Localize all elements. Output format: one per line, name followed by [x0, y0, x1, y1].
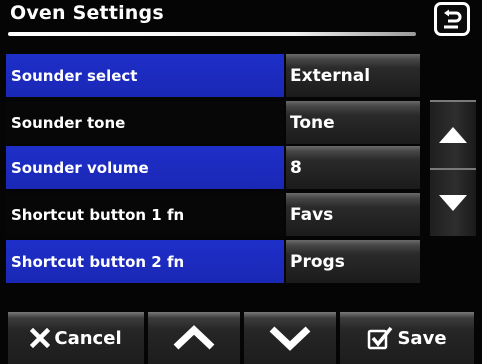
x-icon	[30, 328, 51, 348]
setting-value: 8	[290, 157, 302, 178]
title-underline	[8, 32, 416, 36]
page-down-button[interactable]	[244, 312, 336, 364]
setting-value: Progs	[290, 251, 345, 272]
page-up-button[interactable]	[148, 312, 240, 364]
setting-value-sounder-volume[interactable]: 8	[286, 146, 420, 189]
cancel-label: Cancel	[54, 327, 122, 349]
checkbox-check-icon	[368, 326, 393, 350]
return-arrow-icon	[444, 9, 462, 29]
save-button[interactable]: Save	[340, 312, 474, 364]
save-label: Save	[397, 327, 447, 349]
setting-value-sounder-tone[interactable]: Tone	[286, 101, 420, 144]
setting-label: Sounder volume	[11, 158, 149, 177]
scroll-up-button[interactable]	[430, 100, 476, 168]
back-button[interactable]	[434, 2, 470, 36]
cancel-button[interactable]: Cancel	[8, 312, 144, 364]
chevron-down-icon	[269, 326, 311, 351]
chevron-up-icon	[173, 325, 215, 350]
setting-row-sounder-volume[interactable]: Sounder volume	[6, 146, 284, 189]
setting-value-shortcut-button-1[interactable]: Favs	[286, 193, 420, 236]
page-title: Oven Settings	[10, 2, 164, 24]
setting-value: Favs	[290, 204, 334, 225]
setting-value-sounder-select[interactable]: External	[286, 54, 420, 97]
setting-label: Shortcut button 2 fn	[11, 252, 185, 271]
triangle-up-icon	[439, 127, 467, 143]
setting-value: External	[290, 65, 371, 86]
triangle-down-icon	[439, 195, 467, 211]
setting-label: Sounder tone	[11, 113, 126, 132]
setting-row-sounder-tone[interactable]: Sounder tone	[6, 101, 284, 144]
setting-row-shortcut-button-2[interactable]: Shortcut button 2 fn	[6, 240, 284, 283]
setting-value: Tone	[290, 112, 335, 133]
setting-label: Sounder select	[11, 66, 138, 85]
setting-value-shortcut-button-2[interactable]: Progs	[286, 240, 420, 283]
scroll-down-button[interactable]	[430, 168, 476, 236]
setting-row-shortcut-button-1[interactable]: Shortcut button 1 fn	[6, 193, 284, 236]
setting-label: Shortcut button 1 fn	[11, 205, 185, 224]
setting-row-sounder-select[interactable]: Sounder select	[6, 54, 284, 97]
